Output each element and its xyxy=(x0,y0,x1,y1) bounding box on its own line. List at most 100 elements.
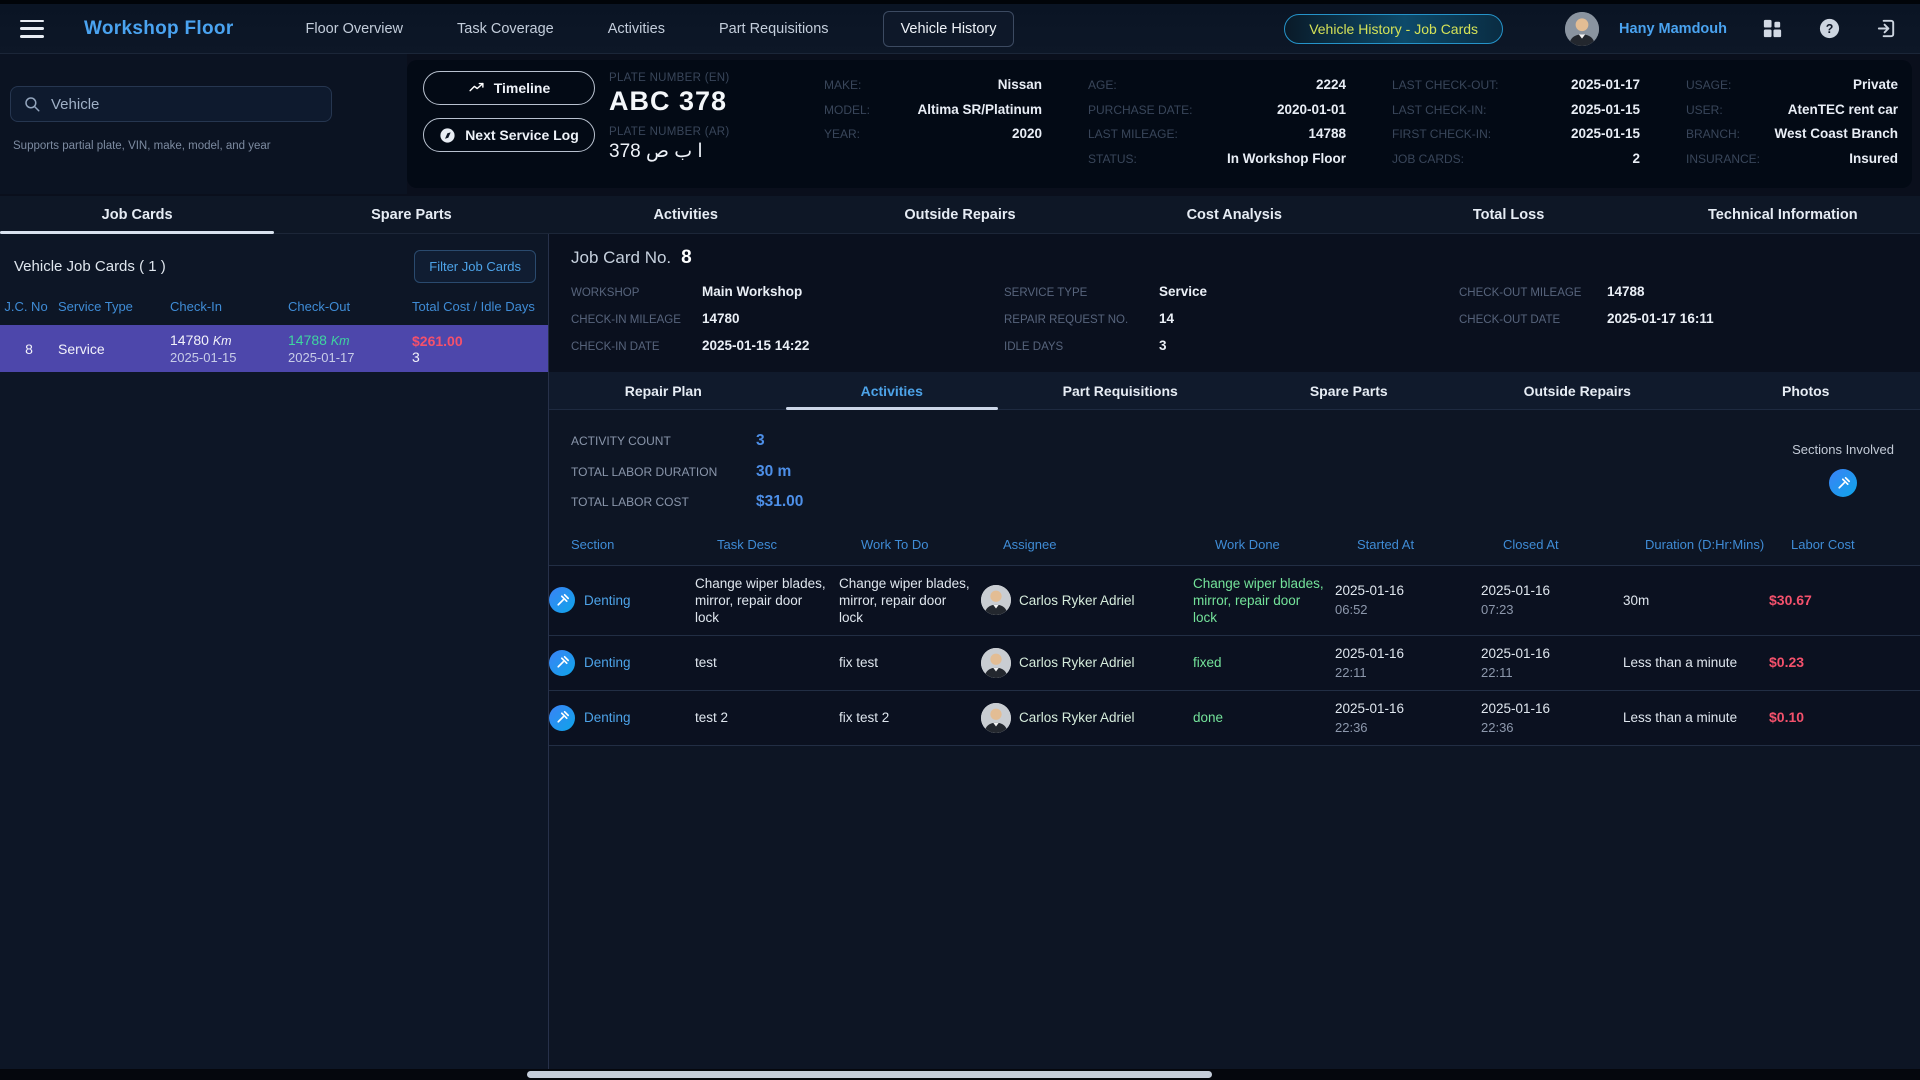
denting-tool-icon xyxy=(549,587,575,613)
app-title: Workshop Floor xyxy=(84,18,234,40)
topbar-right: Vehicle History - Job Cards Hany Mamdouh… xyxy=(1284,12,1920,46)
nav-activities[interactable]: Activities xyxy=(608,21,665,37)
section-name: Denting xyxy=(584,654,631,671)
jc-service-type: Service xyxy=(58,341,170,357)
started-at: 2025-01-1622:36 xyxy=(1335,700,1481,736)
summary-label: TOTAL LABOR DURATION xyxy=(571,458,756,488)
compass-icon xyxy=(439,127,456,144)
denting-section-icon[interactable] xyxy=(1829,469,1857,497)
subtab-repair-plan[interactable]: Repair Plan xyxy=(549,372,778,409)
subtab-spare-parts[interactable]: Spare Parts xyxy=(1235,372,1464,409)
closed-at: 2025-01-1607:23 xyxy=(1481,582,1623,618)
tab-total-loss[interactable]: Total Loss xyxy=(1371,196,1645,233)
field-value: Main Workshop xyxy=(702,279,802,305)
work-to-do: fix test 2 xyxy=(839,709,981,726)
summary-value: 30 m xyxy=(756,457,791,487)
subtab-photos[interactable]: Photos xyxy=(1692,372,1920,409)
field-value: Service xyxy=(1159,279,1207,305)
field-label: LAST MILEAGE: xyxy=(1088,122,1178,147)
field-value: 14780 xyxy=(702,306,740,332)
nav-task-coverage[interactable]: Task Coverage xyxy=(457,21,554,37)
vehicle-actions: Timeline Next Service Log xyxy=(407,60,595,188)
search-hint: Supports partial plate, VIN, make, model… xyxy=(13,140,271,152)
column-header: Work Done xyxy=(1215,536,1357,553)
field-value: 14 xyxy=(1159,306,1174,332)
vehicle-search-input[interactable] xyxy=(51,96,319,113)
activity-row[interactable]: Denting Change wiper blades, mirror, rep… xyxy=(549,565,1920,635)
assignee-name: Carlos Ryker Adriel xyxy=(1019,709,1135,726)
nav-floor-overview[interactable]: Floor Overview xyxy=(306,21,404,37)
timeline-chart-icon xyxy=(468,80,485,97)
menu-icon[interactable] xyxy=(20,20,44,38)
field-value: 14788 xyxy=(1308,122,1346,147)
tab-cost-analysis[interactable]: Cost Analysis xyxy=(1097,196,1371,233)
main-nav: Floor Overview Task Coverage Activities … xyxy=(306,11,1015,47)
column-header: Check-Out xyxy=(288,299,412,315)
user-name[interactable]: Hany Mamdouh xyxy=(1619,21,1727,37)
plate-en-value: ABC 378 xyxy=(609,86,820,117)
field-label: CHECK-IN MILEAGE xyxy=(571,307,702,333)
column-header: Assignee xyxy=(1003,536,1215,553)
labor-cost: $0.23 xyxy=(1769,654,1920,671)
context-badge[interactable]: Vehicle History - Job Cards xyxy=(1284,14,1503,44)
field-value: 2020-01-01 xyxy=(1277,98,1346,123)
nav-part-requisitions[interactable]: Part Requisitions xyxy=(719,21,829,37)
jc-checkout: 14788 Km 2025-01-17 xyxy=(288,332,412,365)
job-cards-count-title: Vehicle Job Cards ( 1 ) xyxy=(14,258,166,275)
activity-row[interactable]: Denting test 2 fix test 2 Carlos Ryker A… xyxy=(549,690,1920,746)
activity-row[interactable]: Denting test fix test Carlos Ryker Adrie… xyxy=(549,635,1920,690)
activities-summary: ACTIVITY COUNT3 TOTAL LABOR DURATION30 m… xyxy=(549,426,1920,518)
vehicle-details: MAKE:Nissan MODEL:Altima SR/Platinum YEA… xyxy=(820,60,1912,188)
vehicle-info-card: Timeline Next Service Log PLATE NUMBER (… xyxy=(407,60,1912,188)
user-avatar[interactable] xyxy=(1565,12,1599,46)
subtab-outside-repairs[interactable]: Outside Repairs xyxy=(1463,372,1692,409)
activities-table: Section Task Desc Work To Do Assignee Wo… xyxy=(549,532,1920,746)
field-value: 2025-01-17 16:11 xyxy=(1607,306,1714,332)
field-label: BRANCH: xyxy=(1686,122,1740,147)
job-card-fields: WORKSHOPMain Workshop CHECK-IN MILEAGE14… xyxy=(549,271,1920,372)
field-value: Altima SR/Platinum xyxy=(917,98,1042,123)
timeline-button[interactable]: Timeline xyxy=(423,71,595,105)
next-service-log-button[interactable]: Next Service Log xyxy=(423,118,595,152)
field-label: CHECK-OUT DATE xyxy=(1459,307,1607,333)
field-value: West Coast Branch xyxy=(1774,122,1898,147)
horizontal-scrollbar-thumb[interactable] xyxy=(527,1071,1212,1078)
tab-technical-information[interactable]: Technical Information xyxy=(1646,196,1920,233)
section-name: Denting xyxy=(584,592,631,609)
field-label: AGE: xyxy=(1088,73,1117,98)
tab-outside-repairs[interactable]: Outside Repairs xyxy=(823,196,1097,233)
column-header: Section xyxy=(571,536,717,553)
job-cards-table-header: J.C. No Service Type Check-In Check-Out … xyxy=(0,295,548,325)
sections-involved: Sections Involved xyxy=(1792,442,1894,497)
duration: Less than a minute xyxy=(1623,654,1769,671)
tab-job-cards[interactable]: Job Cards xyxy=(0,196,274,233)
duration: Less than a minute xyxy=(1623,709,1769,726)
field-label: MODEL: xyxy=(824,98,870,123)
field-value: 3 xyxy=(1159,333,1167,359)
field-label: SERVICE TYPE xyxy=(1004,280,1159,306)
field-label: REPAIR REQUEST NO. xyxy=(1004,307,1159,333)
activities-table-header: Section Task Desc Work To Do Assignee Wo… xyxy=(549,532,1920,565)
plate-ar-label: PLATE NUMBER (AR) xyxy=(609,126,820,138)
vehicle-search-box[interactable] xyxy=(10,86,332,122)
duration: 30m xyxy=(1623,592,1769,609)
column-header: Started At xyxy=(1357,536,1503,553)
tab-activities[interactable]: Activities xyxy=(549,196,823,233)
help-icon[interactable]: ? xyxy=(1818,17,1841,40)
vehicle-search-panel: Supports partial plate, VIN, make, model… xyxy=(0,54,407,194)
subtab-activities[interactable]: Activities xyxy=(778,372,1007,409)
field-value: Insured xyxy=(1849,147,1898,172)
column-header: Duration (D:Hr:Mins) xyxy=(1645,536,1791,553)
tab-spare-parts[interactable]: Spare Parts xyxy=(274,196,548,233)
field-value: In Workshop Floor xyxy=(1227,147,1346,172)
nav-vehicle-history[interactable]: Vehicle History xyxy=(883,11,1015,47)
filter-job-cards-button[interactable]: Filter Job Cards xyxy=(414,250,536,283)
job-card-title: Job Card No.8 xyxy=(549,234,1920,271)
apps-grid-icon[interactable] xyxy=(1761,17,1784,40)
activities-panel: ACTIVITY COUNT3 TOTAL LABOR DURATION30 m… xyxy=(549,410,1920,1069)
job-card-row-selected[interactable]: 8 Service 14780 Km 2025-01-15 14788 Km 2… xyxy=(0,325,548,372)
task-desc: test xyxy=(695,654,839,671)
subtab-part-requisitions[interactable]: Part Requisitions xyxy=(1006,372,1235,409)
logout-icon[interactable] xyxy=(1875,17,1898,40)
closed-at: 2025-01-1622:11 xyxy=(1481,645,1623,681)
